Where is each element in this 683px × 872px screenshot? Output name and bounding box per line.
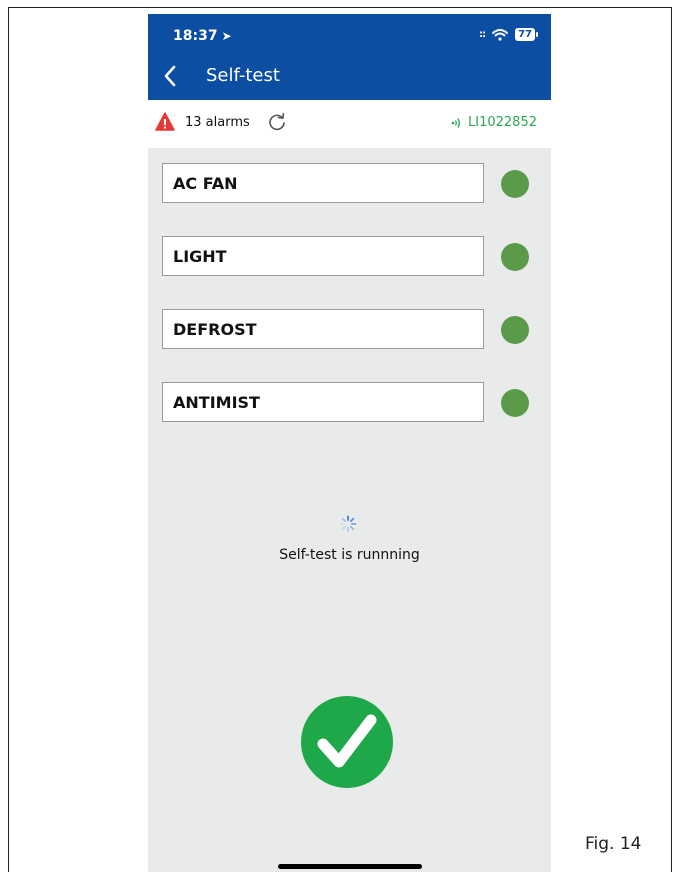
status-indicator [501, 389, 529, 417]
test-label: LIGHT [173, 247, 227, 266]
figure-caption: Fig. 14 [585, 834, 642, 854]
status-indicator [501, 170, 529, 198]
test-row-defrost: DEFROST [162, 309, 529, 349]
alarm-count[interactable]: 13 alarms [185, 115, 250, 130]
test-field: ANTIMIST [162, 382, 484, 422]
test-label: ANTIMIST [173, 393, 260, 412]
page-title: Self-test [206, 65, 280, 86]
test-row-light: LIGHT [162, 236, 529, 276]
status-indicator [501, 316, 529, 344]
signal-icon: :: [479, 29, 486, 40]
loading-spinner-icon [339, 515, 357, 533]
device-indicator: LI1022852 [450, 115, 537, 130]
alarm-bar: 13 alarms LI1022852 [148, 100, 551, 148]
test-field: LIGHT [162, 236, 484, 276]
test-field: AC FAN [162, 163, 484, 203]
back-chevron-icon[interactable] [162, 64, 178, 88]
test-label: AC FAN [173, 174, 238, 193]
test-row-antimist: ANTIMIST [162, 382, 529, 422]
wifi-icon [492, 28, 509, 41]
check-circle-icon[interactable] [301, 696, 393, 788]
refresh-icon[interactable] [267, 112, 287, 132]
test-label: DEFROST [173, 320, 257, 339]
status-indicator [501, 243, 529, 271]
test-row-ac-fan: AC FAN [162, 163, 529, 203]
top-bar: 18:37 ➤ :: 77 Self-test [148, 14, 551, 100]
home-indicator[interactable] [278, 864, 422, 869]
location-arrow-icon: ➤ [221, 29, 232, 43]
status-icons: :: 77 [479, 28, 538, 41]
progress-text: Self-test is runnning [279, 547, 420, 563]
device-id: LI1022852 [468, 115, 537, 130]
test-field: DEFROST [162, 309, 484, 349]
warning-icon[interactable] [155, 112, 175, 132]
status-time-text: 18:37 [173, 28, 218, 44]
connection-signal-icon [451, 117, 460, 128]
status-time: 18:37 ➤ [173, 28, 232, 44]
phone-screen: 18:37 ➤ :: 77 Self-test 13 alarms LI1022… [148, 14, 551, 872]
battery-icon: 77 [515, 28, 538, 41]
